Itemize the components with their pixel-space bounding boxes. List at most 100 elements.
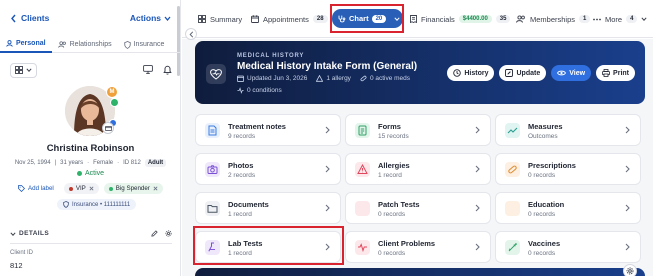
shield-icon: [63, 201, 69, 208]
client-sidebar: Clients Actions Personal Relationships I…: [0, 0, 181, 276]
record-card-count: 1 record: [228, 211, 252, 218]
view-mode-select[interactable]: [10, 62, 37, 78]
gear-icon[interactable]: [165, 230, 172, 237]
tab-memberships[interactable]: Memberships 1: [516, 8, 591, 30]
record-card-count: 0 records: [378, 250, 406, 257]
folder-icon: [205, 201, 220, 216]
record-card-title: Prescriptions: [528, 161, 576, 170]
tag-big-spender[interactable]: Big Spender: [103, 183, 163, 194]
back-to-clients-link[interactable]: Clients: [10, 13, 49, 23]
tab-more[interactable]: More 4: [593, 8, 648, 30]
record-card-prescriptions[interactable]: Prescriptions 0 records: [495, 153, 641, 185]
grid-icon: [198, 15, 206, 23]
status-dot: [76, 171, 82, 176]
sidebar-tool-icons: [143, 65, 172, 75]
tag-dot: [68, 186, 73, 191]
sidebar-header: Clients Actions: [0, 0, 181, 36]
gear-icon[interactable]: [623, 264, 637, 276]
tab-insurance[interactable]: Insurance: [118, 36, 171, 53]
details-heading: DETAILS: [19, 230, 50, 237]
record-card-photos[interactable]: Photos 2 records: [195, 153, 341, 185]
more-count: 4: [626, 15, 638, 23]
record-card-treatment-notes[interactable]: Treatment notes 9 records: [195, 114, 341, 146]
heart-pulse-icon: [206, 64, 226, 84]
client-tags: Add label VIP Big Spender: [18, 183, 168, 194]
tab-summary[interactable]: Summary: [198, 8, 242, 30]
close-icon[interactable]: [89, 186, 94, 191]
separator: |: [54, 160, 57, 166]
meds-meta: 0 active meds: [360, 75, 410, 82]
age-category-badge: Adult: [144, 159, 167, 167]
record-card-forms[interactable]: Forms 15 records: [345, 114, 491, 146]
tab-personal[interactable]: Personal: [0, 36, 52, 53]
view-button[interactable]: View: [551, 65, 592, 81]
record-card-title: Vaccines: [528, 239, 561, 248]
record-card-documents[interactable]: Documents 1 record: [195, 192, 341, 224]
collapse-sidebar-button[interactable]: [185, 28, 197, 40]
update-label: Update: [516, 69, 541, 77]
financials-count: 35: [495, 15, 511, 23]
client-id: ID 812: [123, 160, 141, 166]
tab-insurance-label: Insurance: [133, 41, 165, 48]
card-icon[interactable]: [102, 122, 114, 134]
update-button[interactable]: Update: [499, 65, 547, 81]
record-card-allergies[interactable]: Allergies 1 record: [345, 153, 491, 185]
chevron-right-icon: [325, 165, 330, 173]
history-button[interactable]: History: [447, 65, 495, 81]
tab-financials[interactable]: Financials $4400.00 35: [410, 8, 511, 30]
forms-icon: [355, 123, 370, 138]
chevron-right-icon: [625, 165, 630, 173]
monitor-icon[interactable]: [143, 65, 153, 75]
chevron-right-icon: [325, 126, 330, 134]
financials-amount: $4400.00: [458, 15, 492, 23]
record-card-title: Client Problems: [378, 239, 436, 248]
tab-relationships[interactable]: Relationships: [52, 36, 118, 53]
updated-meta: Updated Jun 3, 2026: [237, 75, 307, 82]
tab-personal-label: Personal: [16, 40, 46, 47]
insurance-tag[interactable]: Insurance • 111111111: [57, 199, 137, 210]
close-icon[interactable]: [153, 186, 158, 191]
add-label-text: Add label: [28, 185, 54, 192]
record-card-client-problems[interactable]: Client Problems 0 records: [345, 231, 491, 263]
bell-icon[interactable]: [163, 65, 172, 75]
record-card-count: Outcomes: [528, 133, 558, 140]
record-card-education[interactable]: Education 0 records: [495, 192, 641, 224]
divider: [10, 243, 172, 244]
next-banner-strip: [195, 268, 645, 276]
print-button[interactable]: Print: [596, 65, 635, 81]
record-card-measures[interactable]: Measures Outcomes: [495, 114, 641, 146]
person-icon: [6, 40, 13, 47]
record-card-vaccines[interactable]: Vaccines 0 records: [495, 231, 641, 263]
grid-icon: [15, 66, 23, 74]
add-label-button[interactable]: Add label: [18, 183, 59, 194]
shield-icon: [123, 40, 131, 49]
banner-eyebrow: MEDICAL HISTORY: [237, 53, 305, 59]
edit-icon[interactable]: [151, 230, 158, 237]
tab-appointments[interactable]: Appointments 28: [251, 8, 328, 30]
actions-dropdown[interactable]: Actions: [130, 13, 171, 23]
profile-tabs-bar: Summary Appointments 28 Chart 20 Financi…: [182, 0, 653, 38]
history-label: History: [464, 69, 489, 77]
appointments-count: 28: [312, 15, 328, 23]
tab-appointments-label: Appointments: [263, 14, 309, 24]
measure-icon: [505, 123, 520, 138]
lab-tests-highlight: [193, 226, 344, 265]
chevron-down-icon: [164, 16, 171, 21]
history-icon: [453, 69, 462, 77]
details-section-header[interactable]: DETAILS: [10, 230, 172, 237]
edit-icon: [505, 69, 514, 77]
conditions-meta: 0 conditions: [237, 87, 282, 94]
record-card-patch-tests[interactable]: Patch Tests 0 records: [345, 192, 491, 224]
record-card-count: 0 records: [378, 211, 406, 218]
client-sex: Female: [93, 160, 114, 166]
chevron-right-icon: [325, 204, 330, 212]
allergy-text: 1 allergy: [326, 75, 351, 82]
printer-icon: [602, 69, 610, 77]
book-icon: [505, 201, 520, 216]
client-avatar[interactable]: M: [65, 86, 119, 136]
back-label: Clients: [21, 13, 50, 23]
tag-vip[interactable]: VIP: [63, 183, 99, 194]
tag-dot: [108, 186, 113, 191]
status-label: Active: [84, 170, 105, 177]
drop-icon: [355, 201, 370, 216]
